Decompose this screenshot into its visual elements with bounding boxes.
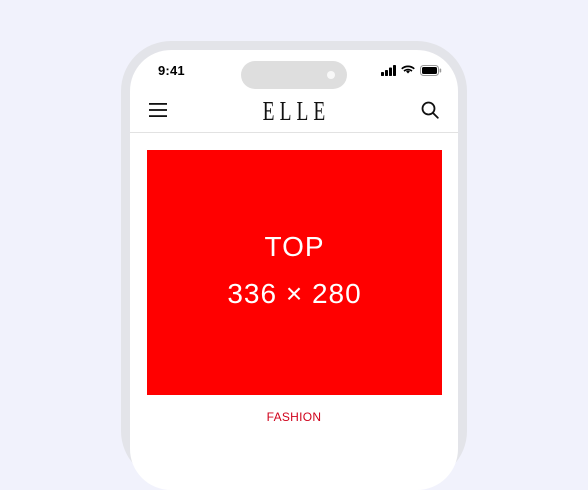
- category-link[interactable]: FASHION: [130, 410, 458, 424]
- camera-dot: [327, 71, 335, 79]
- wifi-icon: [401, 63, 415, 81]
- ad-slot-size: 336 × 280: [227, 278, 362, 309]
- status-icons: [381, 63, 442, 81]
- battery-icon: [420, 63, 442, 81]
- signal-icon: [381, 63, 396, 81]
- phone-screen: 9:41 ELLE TOP 336 × 280 FASHION: [130, 50, 458, 490]
- hamburger-menu-icon: [149, 102, 167, 122]
- menu-button[interactable]: [146, 100, 170, 124]
- search-icon: [421, 101, 439, 124]
- status-bar: 9:41: [130, 50, 458, 94]
- ad-slot-top[interactable]: TOP 336 × 280: [147, 150, 442, 395]
- search-button[interactable]: [418, 100, 442, 124]
- ad-slot-title: TOP: [264, 231, 325, 262]
- dynamic-island: [241, 61, 347, 89]
- brand-logo[interactable]: ELLE: [176, 95, 412, 127]
- status-time: 9:41: [158, 63, 185, 78]
- site-header: ELLE: [130, 94, 458, 133]
- phone-frame: 9:41 ELLE TOP 336 × 280 FASHION: [121, 41, 467, 490]
